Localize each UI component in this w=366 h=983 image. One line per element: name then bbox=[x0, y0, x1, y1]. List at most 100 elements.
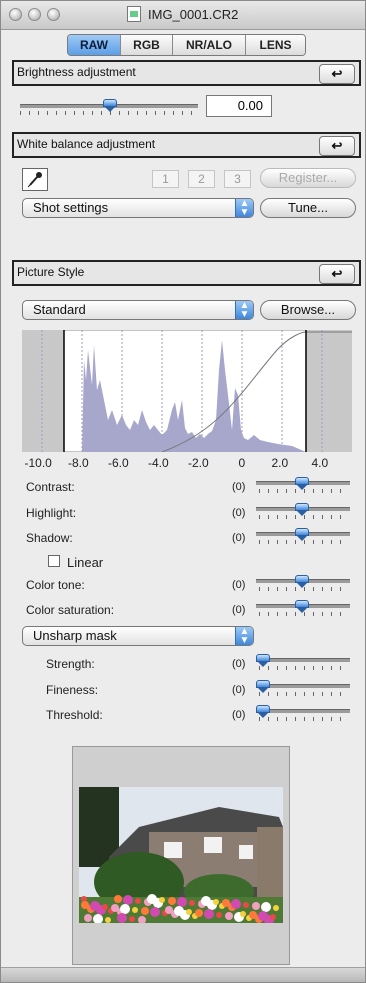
sharpness-mode-select[interactable]: Unsharp mask ▲ ▼ bbox=[22, 626, 254, 646]
shadow-clip-region bbox=[22, 330, 64, 452]
fineness-slider-track[interactable] bbox=[256, 684, 350, 688]
preview-flower bbox=[261, 902, 271, 912]
white-balance-title: White balance adjustment bbox=[17, 137, 156, 151]
strength-slider-thumb[interactable] bbox=[256, 654, 270, 667]
strength-slider-ticks bbox=[259, 666, 347, 670]
tab-lens[interactable]: LENS bbox=[246, 35, 305, 55]
brightness-header: Brightness adjustment ↩ bbox=[12, 60, 361, 86]
contrast-label: Contrast: bbox=[26, 480, 75, 494]
preview-flower bbox=[222, 899, 230, 907]
brightness-reset-button[interactable]: ↩ bbox=[319, 64, 355, 84]
preview-flower bbox=[81, 901, 89, 909]
preview-flower bbox=[123, 895, 133, 905]
picture-style-header: Picture Style ↩ bbox=[12, 260, 361, 286]
threshold-slider-track[interactable] bbox=[256, 709, 350, 713]
highlight-slider-thumb[interactable] bbox=[295, 503, 309, 516]
white-balance-header: White balance adjustment ↩ bbox=[12, 132, 361, 158]
tool-palette-window: IMG_0001.CR2 RAW RGB NR/ALO LENS Brightn… bbox=[0, 0, 366, 983]
preview-flower bbox=[174, 906, 184, 916]
shadow-value: (0) bbox=[232, 532, 246, 544]
preview-flower bbox=[273, 905, 279, 911]
picture-style-select-value: Standard bbox=[33, 302, 86, 317]
updown-arrow-icon: ▲ ▼ bbox=[235, 199, 253, 218]
color-tone-slider-thumb[interactable] bbox=[295, 575, 309, 588]
wb-preset-3-button[interactable]: 3 bbox=[224, 170, 251, 188]
histogram-tick-label: 4.0 bbox=[311, 456, 329, 470]
brightness-slider-thumb[interactable] bbox=[103, 99, 117, 112]
histogram-tick-label: -8.0 bbox=[68, 456, 89, 470]
white-balance-select-value: Shot settings bbox=[33, 200, 109, 215]
fineness-value: (0) bbox=[232, 684, 246, 696]
histogram-tick-label: -10.0 bbox=[24, 456, 52, 470]
preview-flower bbox=[231, 899, 241, 909]
preview-thumbnail[interactable] bbox=[79, 787, 283, 923]
preview-flower bbox=[186, 909, 192, 915]
preview-flower bbox=[132, 907, 138, 913]
white-balance-reset-button[interactable]: ↩ bbox=[319, 136, 355, 156]
preview-flower bbox=[102, 904, 108, 910]
fineness-label: Fineness: bbox=[46, 683, 99, 697]
register-button[interactable]: Register... bbox=[260, 168, 356, 188]
color-saturation-label: Color saturation: bbox=[26, 603, 115, 617]
close-window-button[interactable] bbox=[9, 8, 22, 21]
preview-flower bbox=[240, 911, 246, 917]
tune-button[interactable]: Tune... bbox=[260, 198, 356, 218]
tone-curve-histogram[interactable] bbox=[22, 330, 352, 452]
wb-preset-2-button[interactable]: 2 bbox=[188, 170, 215, 188]
white-balance-select[interactable]: Shot settings ▲ ▼ bbox=[22, 198, 254, 218]
window-title: IMG_0001.CR2 bbox=[148, 7, 239, 22]
contrast-value: (0) bbox=[232, 481, 246, 493]
preview-flower bbox=[84, 914, 92, 922]
preview-flower bbox=[141, 907, 149, 915]
threshold-slider-thumb[interactable] bbox=[256, 705, 270, 718]
zoom-window-button[interactable] bbox=[47, 8, 60, 21]
histogram-tick-label: 2.0 bbox=[271, 456, 289, 470]
wb-preset-1-button[interactable]: 1 bbox=[152, 170, 179, 188]
window-bottom-bar bbox=[1, 967, 365, 982]
tab-rgb[interactable]: RGB bbox=[121, 35, 173, 55]
updown-arrow-icon: ▲ ▼ bbox=[235, 627, 253, 646]
strength-value: (0) bbox=[232, 658, 246, 670]
preview-flower bbox=[105, 917, 111, 923]
color-tone-value: (0) bbox=[232, 579, 246, 591]
preview-flower bbox=[243, 902, 249, 908]
preview-flower bbox=[165, 906, 173, 914]
threshold-value: (0) bbox=[232, 709, 246, 721]
preview-flower bbox=[249, 911, 257, 919]
brightness-value-field[interactable]: 0.00 bbox=[206, 95, 272, 117]
preview-flower bbox=[216, 912, 222, 918]
preview-flower bbox=[204, 909, 214, 919]
preview-window bbox=[164, 842, 182, 858]
tab-bar: RAW RGB NR/ALO LENS bbox=[67, 34, 306, 56]
shadow-slider-thumb[interactable] bbox=[295, 528, 309, 541]
highlight-value: (0) bbox=[232, 507, 246, 519]
color-saturation-value: (0) bbox=[232, 604, 246, 616]
preview-flower bbox=[189, 900, 195, 906]
color-saturation-slider-thumb[interactable] bbox=[295, 600, 309, 613]
highlight-clip-region bbox=[306, 330, 352, 452]
linear-checkbox[interactable] bbox=[48, 555, 60, 567]
shadow-label: Shadow: bbox=[26, 531, 73, 545]
browse-button[interactable]: Browse... bbox=[260, 300, 356, 320]
strength-slider-track[interactable] bbox=[256, 658, 350, 662]
preview-flower bbox=[270, 914, 276, 920]
contrast-slider-thumb[interactable] bbox=[295, 477, 309, 490]
histogram-tick-label: 0 bbox=[238, 456, 246, 470]
histogram-tick-label: -2.0 bbox=[188, 456, 209, 470]
eyedropper-button[interactable] bbox=[22, 168, 48, 191]
tab-nr-alo[interactable]: NR/ALO bbox=[173, 35, 246, 55]
preview-flower bbox=[117, 913, 127, 923]
highlight-label: Highlight: bbox=[26, 506, 77, 520]
preview-flower bbox=[201, 896, 211, 906]
tab-raw[interactable]: RAW bbox=[68, 35, 121, 55]
preview-flower bbox=[90, 901, 100, 911]
preview-flower bbox=[159, 897, 165, 903]
preview-flower bbox=[168, 897, 176, 905]
title-bar: IMG_0001.CR2 bbox=[1, 1, 365, 30]
file-icon bbox=[127, 6, 141, 22]
fineness-slider-thumb[interactable] bbox=[256, 680, 270, 693]
picture-style-reset-button[interactable]: ↩ bbox=[319, 264, 355, 284]
preview-flower bbox=[135, 898, 141, 904]
picture-style-select[interactable]: Standard ▲ ▼ bbox=[22, 300, 254, 320]
minimize-window-button[interactable] bbox=[28, 8, 41, 21]
